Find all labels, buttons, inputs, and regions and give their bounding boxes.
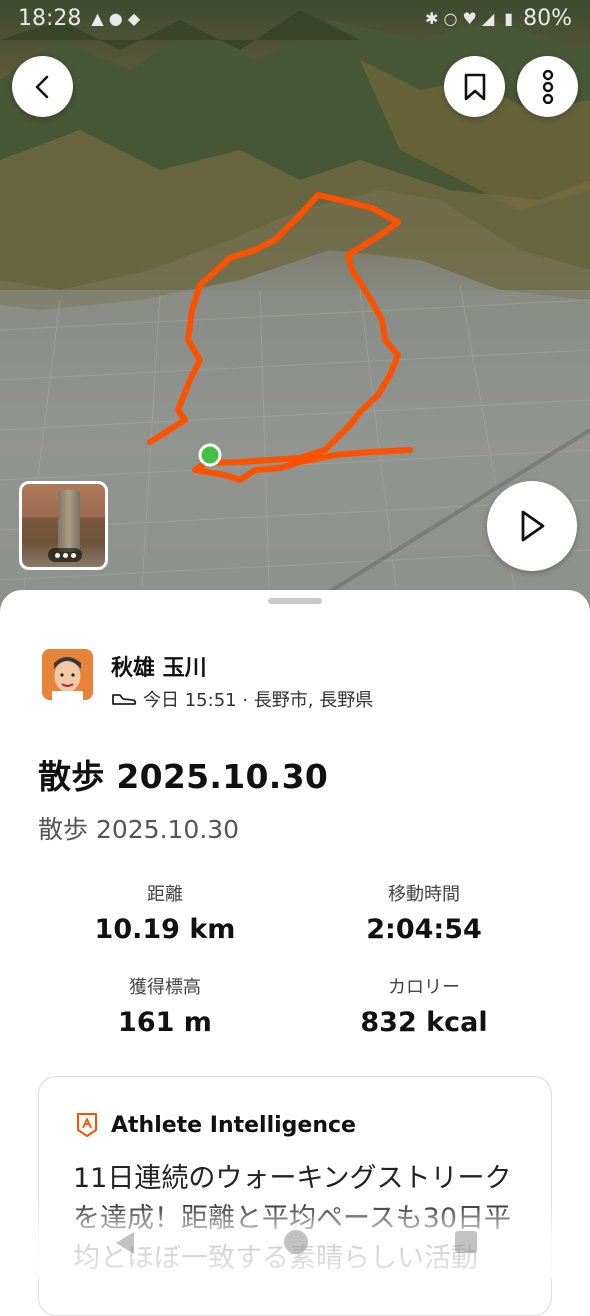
athlete-name[interactable]: 秋雄 玉川 bbox=[111, 650, 207, 682]
stat-moving-time-value: 2:04:54 bbox=[366, 914, 482, 945]
bookmark-icon bbox=[464, 73, 485, 100]
nav-back-icon bbox=[116, 1232, 134, 1254]
activity-meta-text: 今日 15:51 · 長野市, 長野県 bbox=[143, 690, 374, 711]
activity-description: 散歩 2025.10.30 bbox=[38, 815, 240, 844]
photo-subject bbox=[58, 490, 80, 552]
stat-distance-value: 10.19 km bbox=[94, 914, 236, 945]
play-icon bbox=[521, 510, 545, 542]
sheet-drag-handle[interactable] bbox=[268, 598, 322, 604]
nav-home-icon bbox=[284, 1230, 308, 1254]
activity-detail-sheet: 秋雄 玉川 今日 15:51 · 長野市, 長野県 散歩 2025.10.30 … bbox=[0, 590, 590, 1316]
stat-distance-label: 距離 bbox=[147, 884, 183, 905]
start-marker bbox=[198, 443, 222, 467]
activity-title: 散歩 2025.10.30 bbox=[38, 757, 329, 796]
more-vertical-icon bbox=[542, 69, 553, 104]
stat-calories: カロリー 832 kcal bbox=[304, 973, 544, 1038]
athlete-intelligence-card[interactable]: Athlete Intelligence 11日連続のウォーキングストリークを達… bbox=[38, 1076, 552, 1316]
nav-home-key[interactable] bbox=[282, 1228, 310, 1260]
activity-photo-thumbnail[interactable] bbox=[19, 481, 108, 570]
battery-level: 80% bbox=[523, 5, 572, 31]
nav-recents-icon bbox=[455, 1231, 477, 1253]
stat-calories-value: 832 kcal bbox=[360, 1007, 488, 1038]
nav-recents-key[interactable] bbox=[452, 1228, 480, 1260]
stat-distance: 距離 10.19 km bbox=[45, 880, 285, 945]
battery-icon: ▮ bbox=[504, 8, 514, 28]
athlete-intelligence-icon bbox=[77, 1113, 97, 1137]
status-time: 18:28 bbox=[18, 5, 82, 31]
stat-elevation-label: 獲得標高 bbox=[129, 977, 201, 998]
bookmark-button[interactable] bbox=[444, 56, 505, 117]
flyover-play-button[interactable] bbox=[487, 481, 577, 571]
stat-elevation-gain: 獲得標高 161 m bbox=[45, 973, 285, 1038]
athlete-intelligence-title: Athlete Intelligence bbox=[111, 1113, 356, 1138]
stat-calories-label: カロリー bbox=[388, 977, 460, 998]
shoe-icon bbox=[112, 694, 137, 705]
avatar-image bbox=[42, 649, 93, 700]
status-bar: 18:28 ▲ ● ◆ ✱ ○ ♥ ◢ ▮ 80% bbox=[0, 0, 590, 36]
stat-moving-time: 移動時間 2:04:54 bbox=[304, 880, 544, 945]
nav-back-key[interactable] bbox=[110, 1228, 140, 1262]
notification-icons: ▲ ● ◆ bbox=[91, 8, 141, 28]
chevron-left-icon bbox=[35, 75, 48, 98]
back-button[interactable] bbox=[12, 56, 73, 117]
more-options-button[interactable] bbox=[517, 56, 578, 117]
signal-icons: ✱ ○ ♥ ◢ bbox=[425, 8, 495, 28]
route-map[interactable]: 18:28 ▲ ● ◆ ✱ ○ ♥ ◢ ▮ 80% bbox=[0, 0, 590, 620]
activity-meta: 今日 15:51 · 長野市, 長野県 bbox=[111, 686, 373, 712]
avatar[interactable] bbox=[42, 649, 93, 700]
stat-moving-time-label: 移動時間 bbox=[388, 884, 460, 905]
stat-elevation-value: 161 m bbox=[118, 1007, 212, 1038]
photo-pager-dots bbox=[48, 548, 82, 562]
